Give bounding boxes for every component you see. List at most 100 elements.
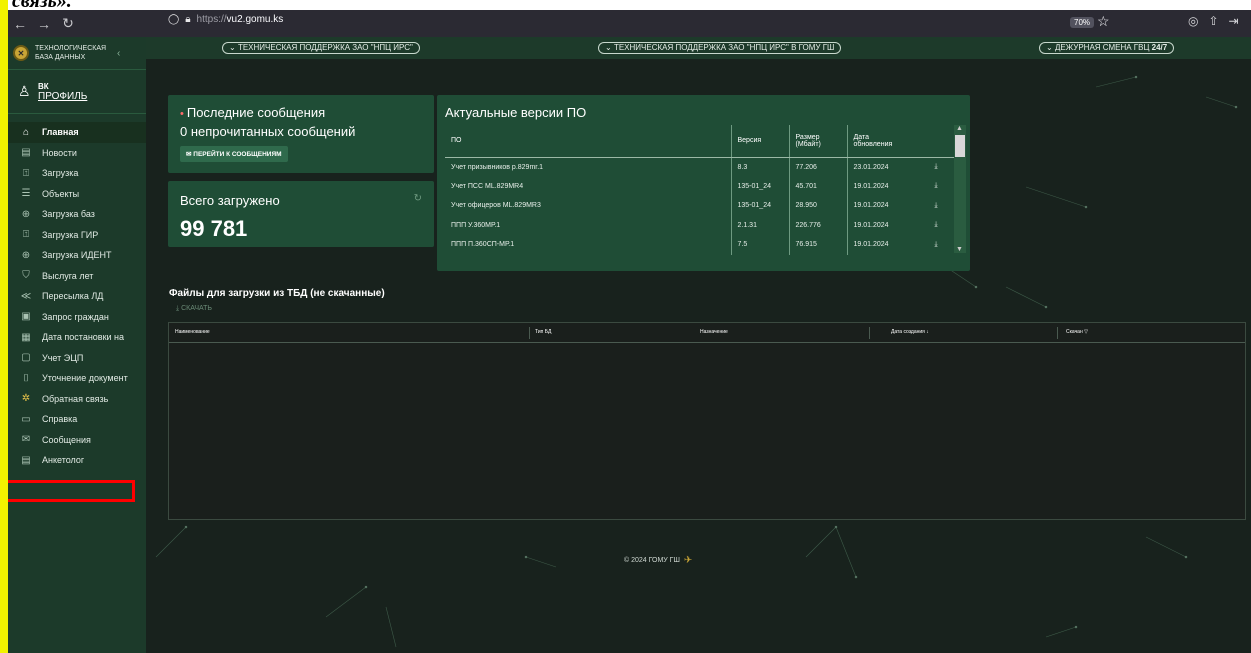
sidebar-item-registration-date[interactable]: ▦ Дата постановки на <box>8 327 146 348</box>
versions-table: ПО Версия Размер (Мбайт) Дата обновления… <box>445 125 961 255</box>
total-value: 99 781 <box>180 216 248 241</box>
sidebar-item-citizen-request[interactable]: ▣ Запрос граждан <box>8 307 146 328</box>
sidebar-item-help[interactable]: ▭ Справка <box>8 409 146 430</box>
go-to-messages-button[interactable]: ✉ ПЕРЕЙТИ К СООБЩЕНИЯМ <box>180 146 288 162</box>
browser-toolbar: ← → ↻ ◯ 🔒︎ https://vu2.gomu.ks 70% ☆ ◎⇧⇥ <box>8 10 1251 37</box>
sidebar-item-document-clarify[interactable]: ⌷ Уточнение документ <box>8 368 146 389</box>
toolbar-extension-icons[interactable]: ◎⇧⇥ <box>1188 14 1249 28</box>
duty-shift-dropdown[interactable]: ⌄ ДЕЖУРНАЯ СМЕНА ГВЦ 24/7 <box>1039 42 1175 54</box>
mail-icon: ✉ <box>186 151 192 158</box>
main-content: ⌄ ТЕХНИЧЕСКАЯ ПОДДЕРЖКА ЗАО "НПЦ ИРС" ⌄ … <box>146 37 1251 653</box>
brand-title: ТЕХНОЛОГИЧЕСКАЯ БАЗА ДАННЫХ <box>35 45 107 61</box>
unread-count: 0 непрочитанных сообщений <box>180 124 356 139</box>
red-highlight-box <box>8 480 135 502</box>
sidebar-item-objects[interactable]: ☰ Объекты <box>8 184 146 205</box>
url-host: vu2.gomu.ks <box>226 14 284 25</box>
total-label: Всего загружено <box>180 193 280 208</box>
folder-icon: ▭ <box>21 413 31 425</box>
col-header-software[interactable]: ПО <box>445 125 731 158</box>
sidebar-item-questionnaire[interactable]: ▤ Анкетолог <box>8 450 146 471</box>
support-dropdown-1[interactable]: ⌄ ТЕХНИЧЕСКАЯ ПОДДЕРЖКА ЗАО "НПЦ ИРС" <box>222 42 420 54</box>
profile[interactable]: ♙ ВК ПРОФИЛЬ <box>8 70 146 114</box>
scroll-down-icon[interactable]: ▼ <box>956 246 963 253</box>
collapse-chevron-icon[interactable]: ‹ <box>117 48 120 59</box>
back-icon[interactable]: ← <box>8 16 32 32</box>
refresh-icon[interactable]: ↻ <box>414 193 422 204</box>
app-root: ✕ ТЕХНОЛОГИЧЕСКАЯ БАЗА ДАННЫХ ‹ ♙ ВК ПРО… <box>8 37 1251 653</box>
shield-icon: ◯ <box>168 14 180 25</box>
forward-icon[interactable]: → <box>32 16 56 32</box>
sidebar-item-news[interactable]: ▤ Новости <box>8 143 146 164</box>
sidebar-item-upload-bases[interactable]: ⊕ Загрузка баз <box>8 204 146 225</box>
scroll-thumb[interactable] <box>955 135 965 157</box>
download-icon[interactable]: ⤓ <box>905 196 961 216</box>
col-header-created[interactable]: Дата создания ↓ <box>891 329 929 335</box>
download-icon: ⤓ <box>176 305 180 312</box>
sidebar-item-upload-ident[interactable]: ⊕ Загрузка ИДЕНТ <box>8 245 146 266</box>
sidebar: ✕ ТЕХНОЛОГИЧЕСКАЯ БАЗА ДАННЫХ ‹ ♙ ВК ПРО… <box>8 37 146 653</box>
download-icon[interactable]: ⤓ <box>905 157 961 177</box>
yellow-highlight-bar <box>0 0 8 653</box>
download-icon[interactable]: ⤓ <box>905 235 961 255</box>
versions-scrollbar[interactable]: ▲ ▼ <box>954 125 966 253</box>
bookmark-star-icon[interactable]: ☆ <box>1097 13 1110 30</box>
software-versions-card: Актуальные версии ПО ПО Версия Размер (М… <box>437 95 970 271</box>
col-header-name[interactable]: Наименование <box>175 329 210 335</box>
calendar-icon: ▦ <box>21 331 31 343</box>
download-icon[interactable]: ⤓ <box>905 177 961 197</box>
table-row: Учет офицеров ML.829MR3 135-01_24 28.950 19… <box>445 196 961 216</box>
forward-icon: ≪ <box>20 290 32 302</box>
upload-icon: ⍐ <box>23 229 29 241</box>
top-navigation: ⌄ ТЕХНИЧЕСКАЯ ПОДДЕРЖКА ЗАО "НПЦ ИРС" ⌄ … <box>146 37 1251 59</box>
footer: © 2024 ГОМУ ГШ ✈ <box>624 555 692 566</box>
support-dropdown-2[interactable]: ⌄ ТЕХНИЧЕСКАЯ ПОДДЕРЖКА ЗАО "НПЦ ИРС" В … <box>598 42 842 54</box>
sidebar-item-ecp[interactable]: ▢ Учет ЭЦП <box>8 348 146 369</box>
download-button[interactable]: ⤓ СКАЧАТЬ <box>176 305 212 313</box>
sidebar-nav: ⌂ Главная ▤ Новости ⍐ Загрузка ☰ Объекты ⊕ За… <box>8 122 146 471</box>
col-header-version[interactable]: Версия <box>730 125 789 158</box>
table-row: ППП У.360МР.1 2.1.31 226.776 19.01.2024 ⤓ <box>445 215 961 236</box>
shield-icon: ⛉ <box>22 270 30 282</box>
sort-arrow-icon: ↓ <box>926 329 929 335</box>
chevron-down-icon: ⌄ <box>605 43 612 52</box>
chevron-down-icon: ⌄ <box>1046 43 1053 52</box>
zoom-indicator[interactable]: 70% <box>1070 17 1095 28</box>
brand[interactable]: ✕ ТЕХНОЛОГИЧЕСКАЯ БАЗА ДАННЫХ ‹ <box>8 37 146 70</box>
download-icon[interactable]: ⤓ <box>905 216 961 236</box>
address-bar[interactable]: ◯ 🔒︎ https://vu2.gomu.ks <box>168 14 283 25</box>
files-table: Наименование Тип БД Назначение Дата созд… <box>168 322 1246 520</box>
feedback-icon: ✲ <box>21 393 31 405</box>
form-icon: ▤ <box>21 454 31 466</box>
versions-title: Актуальные версии ПО <box>445 105 587 120</box>
col-header-downloaded[interactable]: Скачан ▽ <box>1066 329 1088 335</box>
briefcase-icon: ▣ <box>21 311 31 323</box>
mail-icon: ✉ <box>21 434 31 446</box>
filter-icon: ▽ <box>1084 329 1088 335</box>
emblem-logo: ✕ <box>13 45 29 61</box>
upload-icon: ⍐ <box>23 167 29 179</box>
profile-name: ВК <box>38 81 49 91</box>
lock-icon: 🔒︎ <box>185 14 191 25</box>
messages-title: • Последние сообщения <box>180 105 326 120</box>
document-check-icon: ⌷ <box>23 372 29 384</box>
sidebar-item-messages[interactable]: ✉ Сообщения <box>8 430 146 451</box>
sidebar-item-feedback[interactable]: ✲ Обратная связь <box>8 389 146 410</box>
col-header-size[interactable]: Размер (Мбайт) <box>788 125 847 158</box>
sidebar-item-upload[interactable]: ⍐ Загрузка <box>8 163 146 184</box>
col-header-db-type[interactable]: Тип БД <box>535 329 551 335</box>
scroll-up-icon[interactable]: ▲ <box>956 125 963 132</box>
col-header-purpose[interactable]: Назначение <box>700 329 728 335</box>
list-icon: ☰ <box>21 188 31 200</box>
reload-icon[interactable]: ↻ <box>56 15 80 32</box>
files-table-header: Наименование Тип БД Назначение Дата созд… <box>169 323 1245 343</box>
table-row: Учет призывников р.829mr.1 8.3 77.206 23.01… <box>445 157 961 177</box>
browser-window: ← → ↻ ◯ 🔒︎ https://vu2.gomu.ks 70% ☆ ◎⇧⇥… <box>8 10 1251 653</box>
sidebar-item-forward-ld[interactable]: ≪ Пересылка ЛД <box>8 286 146 307</box>
copyright-text: © 2024 ГОМУ ГШ <box>624 557 680 564</box>
sidebar-item-upload-gir[interactable]: ⍐ Загрузка ГИР <box>8 225 146 246</box>
profile-link[interactable]: ПРОФИЛЬ <box>38 91 87 102</box>
col-header-updated[interactable]: Дата обновления <box>846 125 905 158</box>
messages-card: • Последние сообщения 0 непрочитанных соо… <box>168 95 434 173</box>
sidebar-item-home[interactable]: ⌂ Главная <box>8 122 146 143</box>
sidebar-item-service-years[interactable]: ⛉ Выслуга лет <box>8 266 146 287</box>
